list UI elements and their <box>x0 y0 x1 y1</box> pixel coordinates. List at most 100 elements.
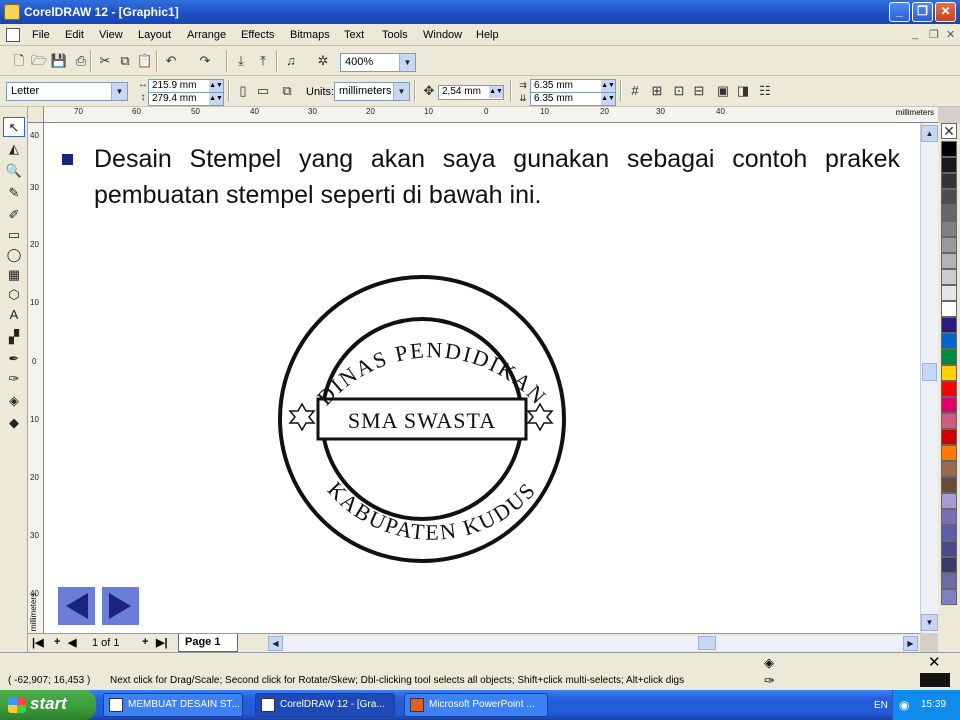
menu-view[interactable]: View <box>99 29 123 41</box>
color-swatch[interactable] <box>941 381 957 397</box>
menu-help[interactable]: Help <box>476 29 499 41</box>
horizontal-ruler[interactable]: 70 60 50 40 30 20 10 0 10 20 30 40 milli… <box>44 107 938 123</box>
zoom-combo[interactable]: 400% ▼ <box>340 53 416 72</box>
pick-tool-icon[interactable]: ↖ <box>3 117 25 137</box>
color-swatch[interactable] <box>941 317 957 333</box>
scroll-right-button[interactable]: ▶ <box>903 636 918 651</box>
drawing-canvas[interactable]: Desain Stempel yang akan saya gunakan se… <box>44 123 920 633</box>
basic-shapes-tool-icon[interactable]: ⬡ <box>3 285 25 305</box>
dynamic-guides-icon[interactable]: ⊟ <box>690 82 708 100</box>
horizontal-scroll-thumb[interactable] <box>698 636 716 650</box>
close-button[interactable]: ✕ <box>935 2 956 22</box>
text-tool-icon[interactable]: A <box>3 305 25 325</box>
save-icon[interactable]: 💾 <box>50 52 68 70</box>
color-swatch[interactable] <box>941 461 957 477</box>
ruler-origin[interactable] <box>28 107 44 123</box>
menu-tools[interactable]: Tools <box>382 29 408 41</box>
page-width-field[interactable]: 215.9 mm ▲▼ <box>148 79 224 93</box>
color-swatch[interactable] <box>941 333 957 349</box>
taskbar-powerpoint[interactable]: Microsoft PowerPoint ... <box>404 693 548 717</box>
open-icon[interactable]: 🗁 <box>30 52 48 70</box>
horizontal-scrollbar[interactable]: ◀ ▶ <box>268 636 918 651</box>
color-swatch[interactable] <box>941 349 957 365</box>
cut-icon[interactable]: ✂ <box>96 52 114 70</box>
draw-rulers-icon[interactable]: ◨ <box>734 82 752 100</box>
color-swatch[interactable] <box>941 493 957 509</box>
redo-icon[interactable]: ↷ <box>196 52 214 70</box>
taskbar-coreldraw[interactable]: CorelDRAW 12 - [Gra... <box>255 693 395 717</box>
units-combo[interactable]: millimeters ▼ <box>334 82 410 101</box>
menu-file[interactable]: File <box>32 29 50 41</box>
paper-type-combo[interactable]: Letter ▼ <box>6 82 128 101</box>
stamp-graphic[interactable]: DINAS PENDIDIKAN SMA SWASTA KABUPATEN KU… <box>44 123 920 633</box>
snap-objects-icon[interactable]: ⊡ <box>670 82 688 100</box>
scroll-down-button[interactable]: ▼ <box>921 614 938 631</box>
document-icon[interactable] <box>6 28 20 42</box>
duplicate-x-field[interactable]: 6.35 mm ▲▼ <box>530 79 616 93</box>
smart-fill-tool-icon[interactable]: ✐ <box>3 205 25 225</box>
color-swatch[interactable] <box>941 221 957 237</box>
color-swatch[interactable] <box>941 509 957 525</box>
color-swatch[interactable] <box>941 189 957 205</box>
color-swatch[interactable] <box>941 285 957 301</box>
color-swatch[interactable] <box>941 589 957 605</box>
chevron-down-icon[interactable]: ▼ <box>393 83 409 100</box>
previous-slide-button[interactable] <box>58 587 95 625</box>
minimize-button[interactable]: _ <box>889 2 910 22</box>
spin-arrows-icon[interactable]: ▲▼ <box>489 86 503 98</box>
color-swatch[interactable] <box>941 525 957 541</box>
menu-arrange[interactable]: Arrange <box>187 29 226 41</box>
tray-app-icon[interactable]: ◉ <box>899 698 909 712</box>
previous-page-button[interactable]: ◀ <box>68 636 76 649</box>
chevron-down-icon[interactable]: ▼ <box>111 83 127 100</box>
doc-close-button[interactable]: ✕ <box>946 28 955 41</box>
import-icon[interactable]: ⤓ <box>232 52 250 70</box>
add-page-after-button[interactable]: + <box>142 636 148 648</box>
start-button[interactable]: start <box>0 690 96 720</box>
coreldraw-app-icon[interactable] <box>4 4 20 20</box>
color-swatch[interactable] <box>941 253 957 269</box>
color-swatch[interactable] <box>941 541 957 557</box>
graph-paper-tool-icon[interactable]: ▦ <box>3 265 25 285</box>
doc-restore-button[interactable]: ❐ <box>929 28 939 41</box>
restore-button[interactable]: ❐ <box>912 2 933 22</box>
color-swatch[interactable] <box>941 301 957 317</box>
all-pages-icon[interactable]: ⧉ <box>278 82 296 100</box>
export-icon[interactable]: ⤒ <box>254 52 272 70</box>
menu-layout[interactable]: Layout <box>138 29 171 41</box>
shape-tool-icon[interactable]: ◭ <box>3 139 25 159</box>
color-swatch[interactable] <box>941 157 957 173</box>
color-swatch[interactable] <box>941 397 957 413</box>
freehand-tool-icon[interactable]: ✎ <box>3 183 25 203</box>
doc-minimize-button[interactable]: _ <box>912 28 918 40</box>
paste-icon[interactable]: 📋 <box>136 52 154 70</box>
taskbar-word-document[interactable]: MEMBUAT DESAIN ST... <box>103 693 243 717</box>
rectangle-tool-icon[interactable]: ▭ <box>3 225 25 245</box>
menu-effects[interactable]: Effects <box>241 29 274 41</box>
no-color-swatch[interactable]: ✕ <box>941 123 957 139</box>
color-swatch[interactable] <box>941 237 957 253</box>
add-page-before-button[interactable]: + <box>54 636 60 648</box>
new-icon[interactable]: 🗋 <box>10 52 28 70</box>
treat-as-filled-icon[interactable]: ▣ <box>714 82 732 100</box>
menu-bitmaps[interactable]: Bitmaps <box>290 29 330 41</box>
scroll-up-button[interactable]: ▲ <box>921 125 938 142</box>
language-indicator[interactable]: EN <box>874 700 888 711</box>
color-swatch[interactable] <box>941 445 957 461</box>
spin-arrows-icon[interactable]: ▲▼ <box>209 93 223 105</box>
spin-arrows-icon[interactable]: ▲▼ <box>209 80 223 92</box>
nudge-field[interactable]: 2,54 mm ▲▼ <box>438 85 504 100</box>
spin-arrows-icon[interactable]: ▲▼ <box>601 93 615 105</box>
menu-edit[interactable]: Edit <box>65 29 84 41</box>
application-launcher-icon[interactable]: ♫ <box>282 52 300 70</box>
last-page-button[interactable]: ▶| <box>156 636 168 649</box>
outline-tool-icon[interactable]: ✑ <box>3 369 25 389</box>
undo-icon[interactable]: ↶ <box>162 52 180 70</box>
first-page-button[interactable]: |◀ <box>32 636 44 649</box>
color-swatch[interactable] <box>941 557 957 573</box>
copy-icon[interactable]: ⧉ <box>116 52 134 70</box>
page-1-tab[interactable]: Page 1 <box>178 634 238 652</box>
eyedropper-tool-icon[interactable]: ✒ <box>3 349 25 369</box>
vertical-scroll-thumb[interactable] <box>922 363 937 381</box>
snap-grid-icon[interactable]: # <box>626 82 644 100</box>
